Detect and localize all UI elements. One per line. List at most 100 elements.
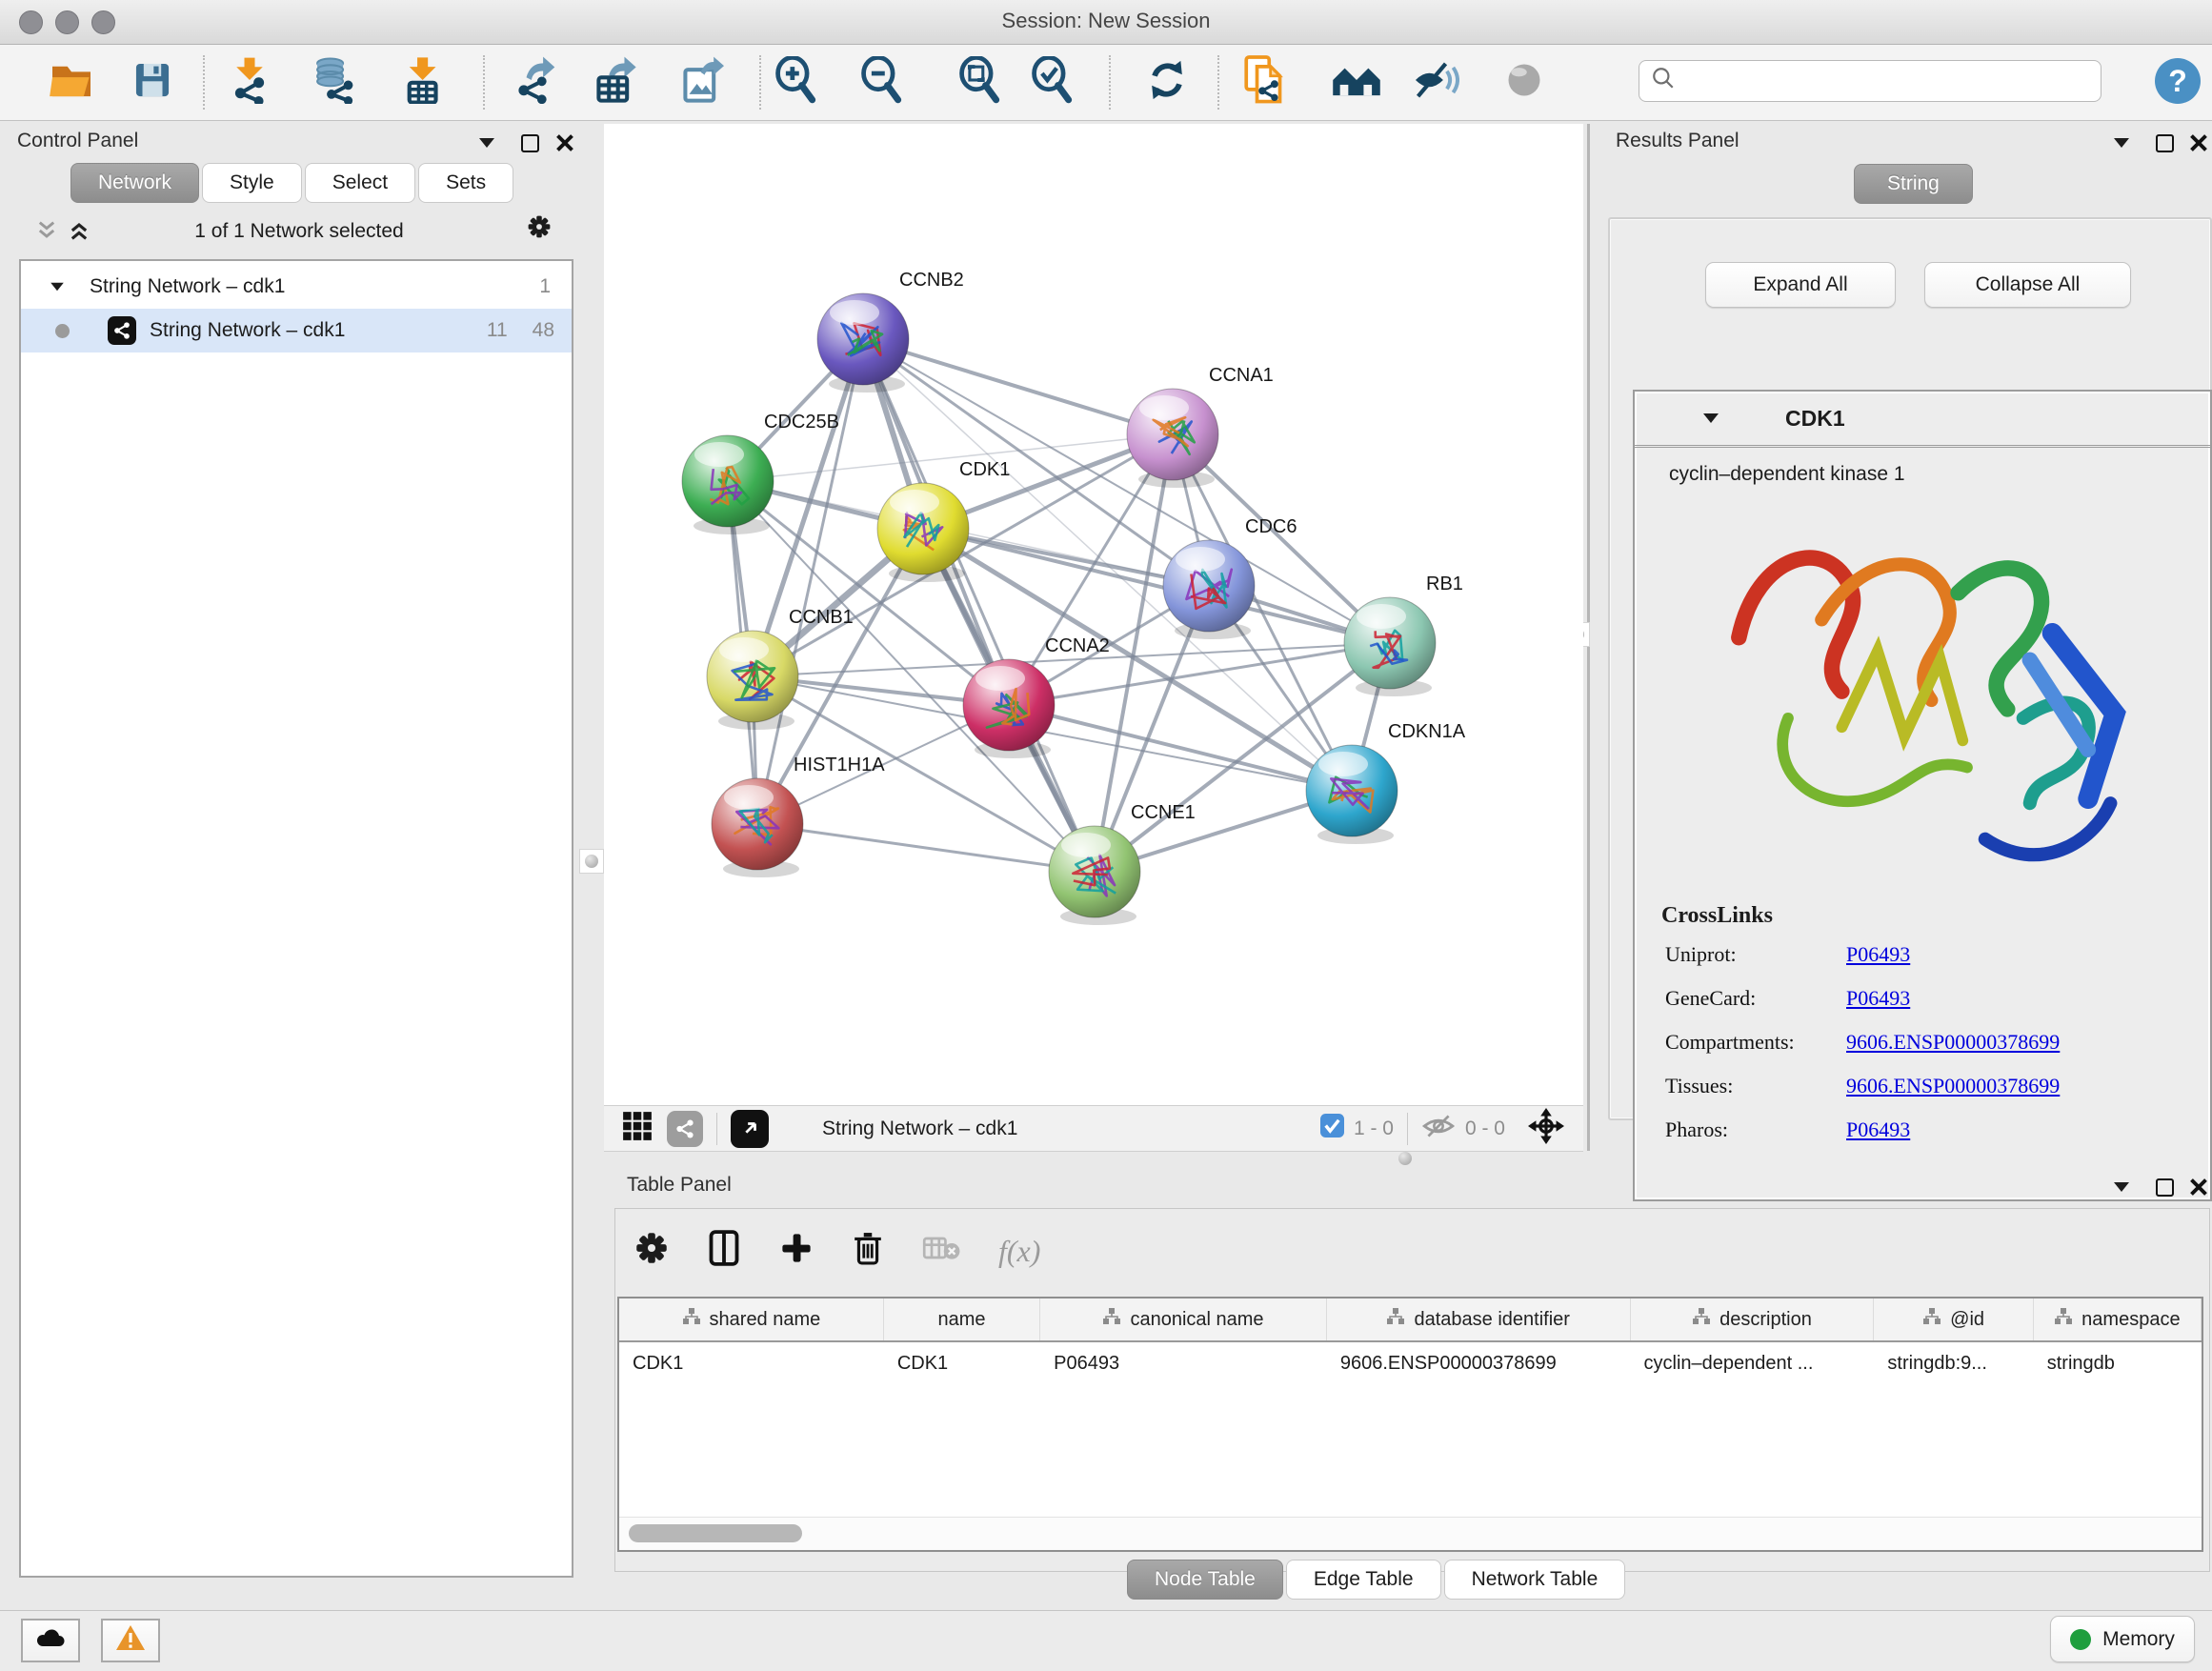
export-table-button[interactable] bbox=[589, 57, 642, 109]
crosslink-value-link[interactable]: 9606.ENSP00000378699 bbox=[1846, 1074, 2060, 1098]
graph-edge[interactable] bbox=[757, 824, 1095, 872]
refresh-button[interactable] bbox=[1140, 57, 1194, 109]
graph-edge[interactable] bbox=[863, 339, 1173, 434]
crosslink-value-link[interactable]: 9606.ENSP00000378699 bbox=[1846, 1030, 2060, 1055]
tab-style[interactable]: Style bbox=[202, 163, 302, 203]
table-options-gear-icon[interactable] bbox=[634, 1231, 669, 1271]
maximize-panel-icon[interactable] bbox=[2152, 1175, 2177, 1199]
import-database-icon bbox=[313, 56, 357, 110]
hide-selected-button[interactable] bbox=[1409, 57, 1462, 109]
graph-node-CDKN1A[interactable]: CDKN1A bbox=[1306, 721, 1466, 844]
zoom-fit-button[interactable] bbox=[954, 57, 1007, 109]
table-cell[interactable]: stringdb bbox=[2034, 1342, 2202, 1384]
export-image-button[interactable] bbox=[675, 57, 729, 109]
column-header-namespace[interactable]: namespace bbox=[2034, 1299, 2202, 1340]
string-document-button[interactable] bbox=[1238, 57, 1292, 109]
network-graph[interactable]: CCNB2CCNA1CDC25BCDK1CDC6RB1CCNB1CCNA2CDK… bbox=[604, 124, 1583, 1105]
add-column-plus-icon[interactable] bbox=[779, 1231, 814, 1271]
fit-content-crosshair-icon[interactable] bbox=[1528, 1108, 1564, 1150]
column-header--id[interactable]: @id bbox=[1874, 1299, 2033, 1340]
graph-node-CCNA1[interactable]: CCNA1 bbox=[1127, 365, 1274, 488]
help-button[interactable]: ? bbox=[2155, 58, 2201, 104]
network-collection-row[interactable]: String Network – cdk1 1 bbox=[21, 265, 572, 309]
warning-button[interactable] bbox=[101, 1619, 160, 1662]
cloud-button[interactable] bbox=[21, 1619, 80, 1662]
column-header-shared-name[interactable]: shared name bbox=[619, 1299, 884, 1340]
network-options-gear-icon[interactable] bbox=[527, 214, 552, 239]
zoom-in-button[interactable] bbox=[770, 57, 823, 109]
scrollbar-thumb[interactable] bbox=[629, 1524, 802, 1542]
apply-function-fx-button[interactable]: f(x) bbox=[998, 1234, 1040, 1269]
grid-view-icon[interactable] bbox=[621, 1110, 654, 1148]
close-panel-icon[interactable] bbox=[2186, 1175, 2211, 1199]
collection-caret-icon[interactable] bbox=[50, 283, 64, 292]
left-splitter-handle[interactable] bbox=[579, 849, 604, 874]
zoom-selected-button[interactable] bbox=[1026, 57, 1079, 109]
expand-all-button[interactable]: Expand All bbox=[1705, 262, 1896, 308]
column-header-description[interactable]: description bbox=[1631, 1299, 1875, 1340]
close-panel-icon[interactable] bbox=[553, 131, 577, 155]
table-cell[interactable]: stringdb:9... bbox=[1874, 1342, 2033, 1384]
share-view-icon[interactable] bbox=[667, 1111, 703, 1147]
delete-table-icon[interactable] bbox=[922, 1234, 960, 1268]
horizontal-scrollbar[interactable] bbox=[619, 1517, 2202, 1550]
column-header-name[interactable]: name bbox=[884, 1299, 1040, 1340]
maximize-panel-icon[interactable] bbox=[517, 131, 542, 155]
table-cell[interactable]: P06493 bbox=[1040, 1342, 1327, 1384]
column-header-database-identifier[interactable]: database identifier bbox=[1327, 1299, 1631, 1340]
table-cell[interactable]: CDK1 bbox=[884, 1342, 1040, 1384]
birds-eye-view-icon[interactable] bbox=[731, 1110, 769, 1148]
first-neighbors-button[interactable] bbox=[1330, 57, 1383, 109]
tab-node-table[interactable]: Node Table bbox=[1127, 1560, 1283, 1600]
show-all-button[interactable] bbox=[1498, 57, 1551, 109]
crosslink-value-link[interactable]: P06493 bbox=[1846, 986, 1910, 1011]
graph-edge[interactable] bbox=[923, 529, 1390, 643]
graph-node-HIST1H1A[interactable]: HIST1H1A bbox=[712, 755, 885, 877]
import-network-from-database-button[interactable] bbox=[309, 57, 362, 109]
table-row[interactable]: CDK1CDK1P064939606.ENSP00000378699cyclin… bbox=[619, 1342, 2202, 1384]
float-panel-icon[interactable] bbox=[2109, 131, 2134, 155]
memory-button[interactable]: Memory bbox=[2050, 1616, 2195, 1662]
crosslink-value-link[interactable]: P06493 bbox=[1846, 1117, 1910, 1142]
tab-string[interactable]: String bbox=[1854, 164, 1973, 204]
graph-edge[interactable] bbox=[863, 339, 1095, 872]
export-table-icon bbox=[593, 56, 637, 110]
float-panel-icon[interactable] bbox=[2109, 1175, 2134, 1199]
network-status-dot bbox=[55, 324, 70, 338]
network-row[interactable]: String Network – cdk1 11 48 bbox=[21, 309, 572, 352]
table-cell[interactable]: CDK1 bbox=[619, 1342, 884, 1384]
float-panel-icon[interactable] bbox=[474, 131, 499, 155]
column-header-canonical-name[interactable]: canonical name bbox=[1040, 1299, 1327, 1340]
tab-edge-table[interactable]: Edge Table bbox=[1286, 1560, 1441, 1600]
tab-sets[interactable]: Sets bbox=[418, 163, 513, 203]
crosslink-value-link[interactable]: P06493 bbox=[1846, 942, 1910, 967]
tab-select[interactable]: Select bbox=[305, 163, 415, 203]
import-network-button[interactable] bbox=[223, 57, 276, 109]
search-input[interactable] bbox=[1676, 70, 2061, 93]
export-network-button[interactable] bbox=[509, 57, 562, 109]
zoom-out-button[interactable] bbox=[855, 57, 909, 109]
save-session-button[interactable] bbox=[126, 57, 179, 109]
table-cell[interactable]: 9606.ENSP00000378699 bbox=[1327, 1342, 1631, 1384]
open-session-button[interactable] bbox=[45, 57, 98, 109]
import-table-button[interactable] bbox=[397, 57, 451, 109]
table-header-row: shared namenamecanonical namedatabase id… bbox=[619, 1299, 2202, 1342]
network-canvas[interactable]: CCNB2CCNA1CDC25BCDK1CDC6RB1CCNB1CCNA2CDK… bbox=[604, 124, 1583, 1105]
tab-network[interactable]: Network bbox=[70, 163, 199, 203]
delete-column-trash-icon[interactable] bbox=[852, 1229, 884, 1273]
selected-checkbox-icon[interactable] bbox=[1320, 1114, 1344, 1143]
tab-network-table[interactable]: Network Table bbox=[1444, 1560, 1626, 1600]
table-cell[interactable]: cyclin–dependent ... bbox=[1631, 1342, 1875, 1384]
node-collapse-caret-icon[interactable] bbox=[1703, 413, 1719, 423]
graph-node-CDK1[interactable]: CDK1 bbox=[877, 459, 1010, 582]
graph-node-RB1[interactable]: RB1 bbox=[1344, 574, 1463, 696]
close-panel-icon[interactable] bbox=[2186, 131, 2211, 155]
graph-node-CCNB1[interactable]: CCNB1 bbox=[707, 607, 854, 730]
application-window: Session: New Session bbox=[0, 0, 2212, 1671]
graph-node-CCNB2[interactable]: CCNB2 bbox=[817, 270, 964, 393]
node-details-header[interactable]: CDK1 bbox=[1635, 392, 2210, 448]
show-columns-icon[interactable] bbox=[707, 1229, 741, 1273]
maximize-panel-icon[interactable] bbox=[2152, 131, 2177, 155]
collapse-all-button[interactable]: Collapse All bbox=[1924, 262, 2131, 308]
search-field[interactable] bbox=[1639, 60, 2101, 102]
